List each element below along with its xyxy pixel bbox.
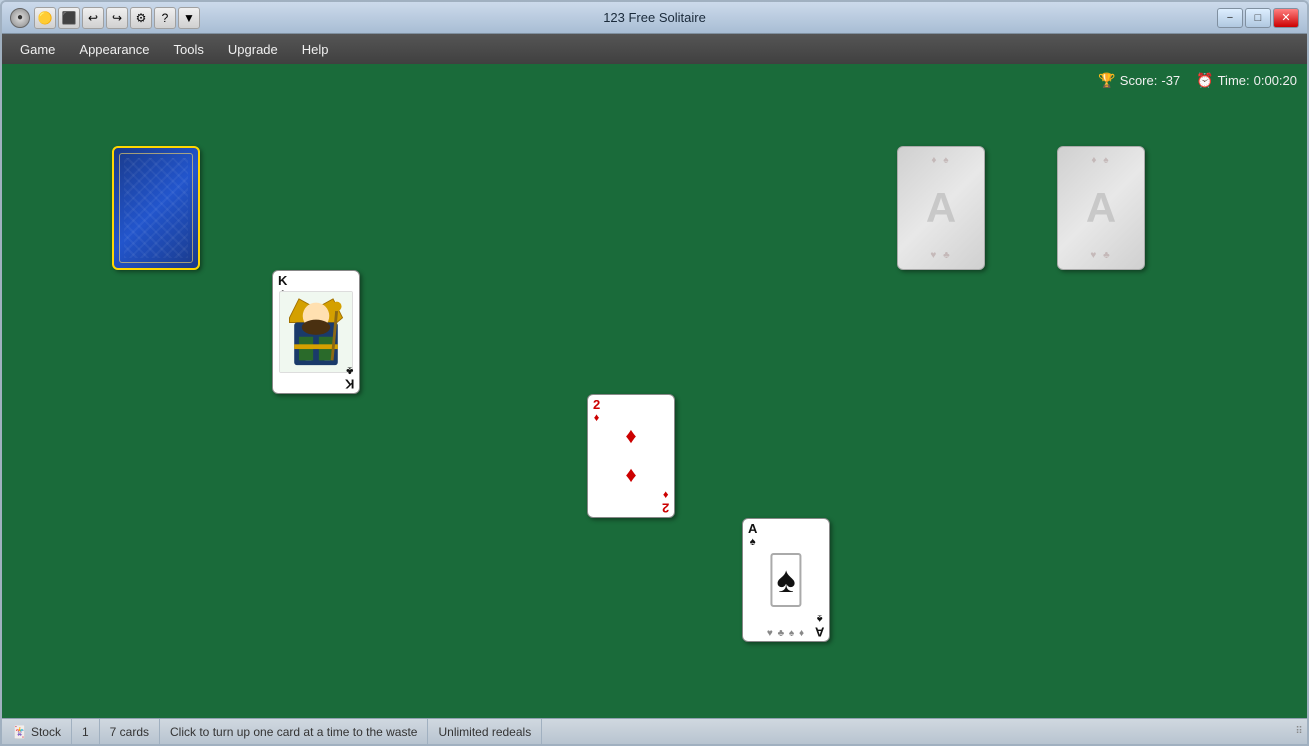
minimize-button[interactable]: − <box>1217 8 1243 28</box>
status-stock: 🃏 Stock <box>2 719 72 744</box>
ace-spades-center: ♠ <box>770 553 801 607</box>
toolbar-icons: 🟡 ⬛ ↩ ↪ ⚙ ? ▼ <box>34 7 200 29</box>
tableau-2-diamonds[interactable]: 2♦ ♦ ♦ 2♦ <box>587 394 675 518</box>
status-icon: 🃏 <box>12 725 27 739</box>
time-display: ⏰ Time: 0:00:20 <box>1196 72 1297 89</box>
foundation-gray-a1: A <box>926 184 956 232</box>
foundation-gray-suits2: ♥ ♣ <box>1090 250 1111 261</box>
app-icon: ● <box>10 8 30 28</box>
foundation-gray-a2: A <box>1086 184 1116 232</box>
card-back-pattern <box>124 158 188 258</box>
stock-pile[interactable] <box>112 146 200 270</box>
score-label: Score: <box>1120 73 1158 88</box>
status-area-label: Stock <box>31 725 61 739</box>
status-grip: ⠿ <box>1291 719 1307 745</box>
score-icon: 🏆 <box>1098 72 1115 89</box>
toolbar-btn-settings[interactable]: ⚙ <box>130 7 152 29</box>
toolbar-btn-1[interactable]: 🟡 <box>34 7 56 29</box>
game-area[interactable]: K♣ ♣ ♣ <box>2 64 1307 718</box>
card-rank-br: K♣ <box>345 364 354 390</box>
menu-bar: Game Appearance Tools Upgrade Help <box>2 34 1307 64</box>
clock-icon: ⏰ <box>1196 72 1213 89</box>
card-suit-dots: ♥ ♣ ♠ ♦ <box>767 628 805 639</box>
toolbar-btn-more[interactable]: ▼ <box>178 7 200 29</box>
pip-top: ♦ <box>625 423 636 449</box>
waste-card-king-clubs[interactable]: K♣ ♣ ♣ <box>272 270 360 394</box>
foundation-ace-spades[interactable]: A♠ ♠ ♥ ♣ ♠ ♦ A♠ <box>742 518 830 642</box>
score-bar: 🏆 Score: -37 ⏰ Time: 0:00:20 <box>1098 72 1297 89</box>
card-as-tl: A♠ <box>748 522 757 548</box>
window-controls: − □ ✕ <box>1217 8 1299 28</box>
foundation-gray-1[interactable]: A ♥ ♣ ♦ ♠ <box>897 146 985 270</box>
score-display: 🏆 Score: -37 <box>1098 72 1180 89</box>
toolbar-btn-2[interactable]: ⬛ <box>58 7 80 29</box>
king-clubs-svg: ♣ ♣ <box>280 291 352 373</box>
face-art-king-clubs: ♣ ♣ <box>279 291 353 373</box>
window-title: 123 Free Solitaire <box>603 10 706 25</box>
menu-upgrade[interactable]: Upgrade <box>218 40 288 59</box>
toolbar-btn-undo[interactable]: ↩ <box>82 7 104 29</box>
menu-tools[interactable]: Tools <box>164 40 214 59</box>
status-bar: 🃏 Stock 1 7 cards Click to turn up one c… <box>2 718 1307 744</box>
time-value: 0:00:20 <box>1254 73 1297 88</box>
title-bar-left: ● 🟡 ⬛ ↩ ↪ ⚙ ? ▼ <box>10 7 200 29</box>
toolbar-btn-redo[interactable]: ↪ <box>106 7 128 29</box>
foundation-gray-2[interactable]: A ♥ ♣ ♦ ♠ <box>1057 146 1145 270</box>
menu-game[interactable]: Game <box>10 40 65 59</box>
foundation-gray-suits1: ♥ ♣ <box>930 250 951 261</box>
status-redeals: Unlimited redeals <box>428 719 542 744</box>
foundation-gray-suits1t: ♦ ♠ <box>931 155 950 166</box>
pip-bottom: ♦ <box>625 463 636 489</box>
main-window: ● 🟡 ⬛ ↩ ↪ ⚙ ? ▼ 123 Free Solitaire − □ ✕… <box>0 0 1309 746</box>
close-button[interactable]: ✕ <box>1273 8 1299 28</box>
card-2d-br: 2♦ <box>662 488 669 514</box>
foundation-gray-suits2t: ♦ ♠ <box>1091 155 1110 166</box>
menu-help[interactable]: Help <box>292 40 339 59</box>
card-2d-tl: 2♦ <box>593 398 600 424</box>
status-count: 1 <box>72 719 100 744</box>
title-bar: ● 🟡 ⬛ ↩ ↪ ⚙ ? ▼ 123 Free Solitaire − □ ✕ <box>2 2 1307 34</box>
card-as-br: A♠ <box>815 612 824 638</box>
time-label: Time: <box>1218 73 1250 88</box>
status-hint: Click to turn up one card at a time to t… <box>160 719 428 744</box>
menu-appearance[interactable]: Appearance <box>69 40 159 59</box>
toolbar-btn-help[interactable]: ? <box>154 7 176 29</box>
maximize-button[interactable]: □ <box>1245 8 1271 28</box>
status-cards: 7 cards <box>100 719 160 744</box>
score-value: -37 <box>1161 73 1180 88</box>
